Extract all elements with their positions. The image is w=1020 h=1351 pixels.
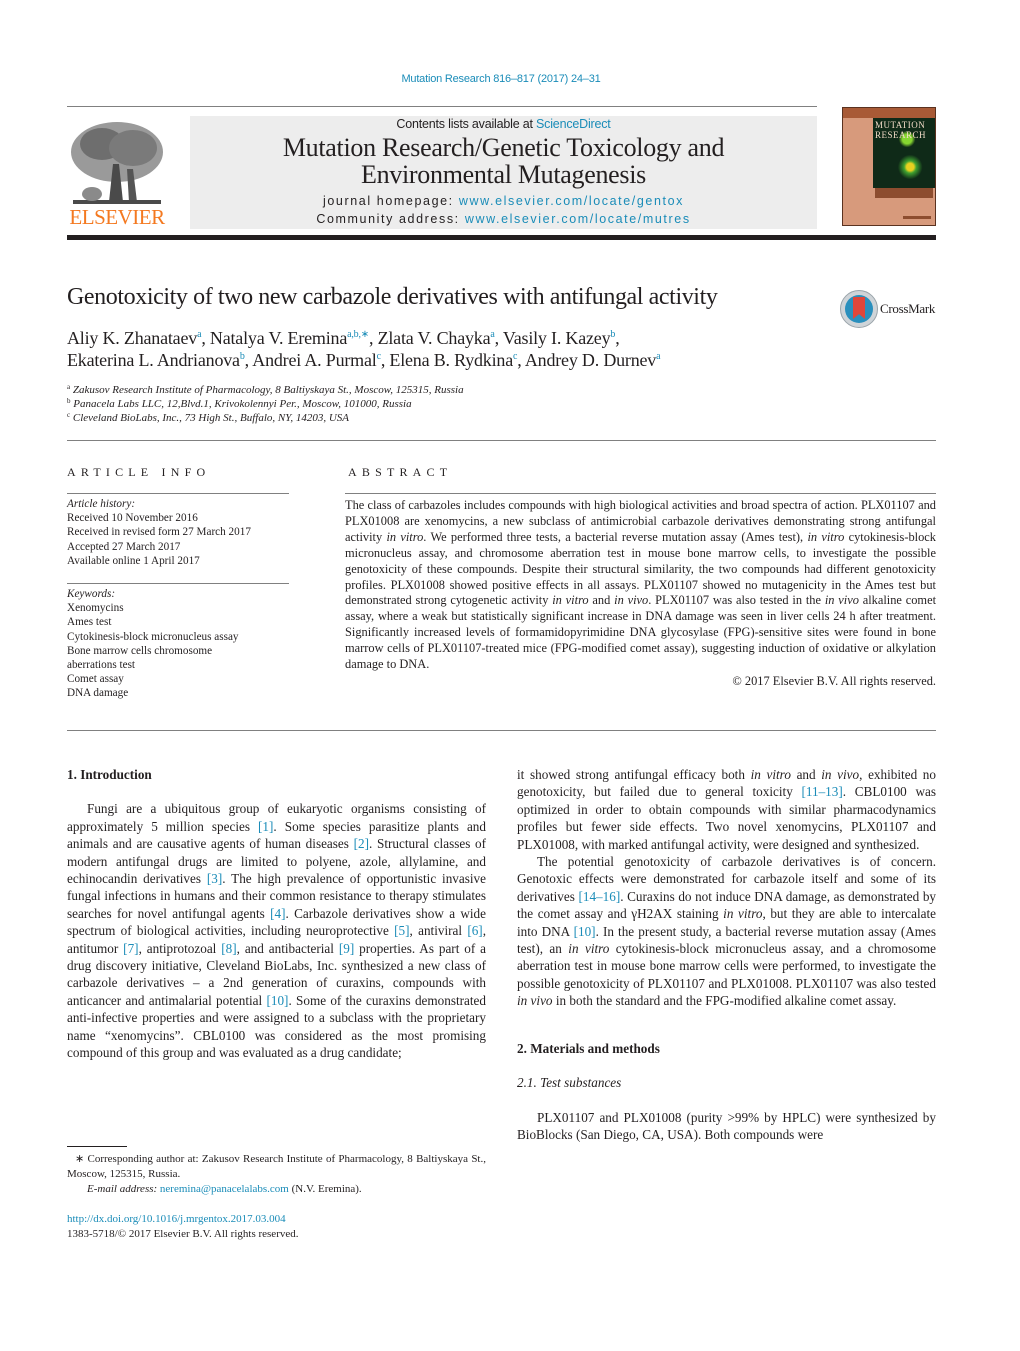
keyword: Bone marrow cells chromosome (67, 644, 213, 657)
corresponding-author-text: ∗ Corresponding author at: Zakusov Resea… (67, 1153, 486, 1180)
keyword: Cytokinesis-block micronucleus assay (67, 630, 239, 643)
journal-title-line2: Environmental Mutagenesis (361, 160, 646, 189)
author[interactable]: Elena B. Rydkinac (389, 350, 517, 370)
history-received: Received 10 November 2016 (67, 512, 198, 525)
keyword: Comet assay (67, 673, 124, 686)
email-line: E-mail address: neremina@panacelalabs.co… (87, 1183, 362, 1195)
cover-title-line1: MUTATION (875, 120, 926, 130)
citation-link[interactable]: [11–13] (802, 784, 843, 799)
author-list: Aliy K. Zhanataeva, Natalya V. Ereminaa,… (67, 328, 661, 370)
affiliations: a Zakusov Research Institute of Pharmaco… (67, 383, 464, 425)
abstract-copyright: © 2017 Elsevier B.V. All rights reserved… (732, 673, 936, 688)
left-column: 1. Introduction Fungi are a ubiquitous g… (67, 766, 486, 1062)
abstract-text: The class of carbazoles includes compoun… (345, 498, 937, 672)
abstract-heading: ABSTRACT (348, 465, 453, 479)
citation-link[interactable]: [1] (258, 819, 273, 834)
author[interactable]: Aliy K. Zhanataeva (67, 328, 202, 348)
doi-link[interactable]: http://dx.doi.org/10.1016/j.mrgentox.201… (67, 1213, 286, 1225)
abstract-body: The class of carbazoles includes compoun… (345, 498, 936, 690)
keyword: Ames test (67, 616, 112, 629)
keywords-label: Keywords: (67, 588, 116, 600)
citation-link[interactable]: [14–16] (578, 889, 620, 904)
article-history: Article history: Received 10 November 20… (67, 497, 289, 568)
cover-title-line2: RESEARCH (875, 130, 927, 140)
keyword: Xenomycins (67, 602, 124, 615)
keyword: aberrations test (67, 659, 136, 672)
section-heading-introduction: 1. Introduction (67, 767, 152, 782)
homepage-label: journal homepage: (323, 194, 459, 208)
affiliation-c: c Cleveland BioLabs, Inc., 73 High St., … (67, 411, 349, 425)
intro-paragraph-continued: it showed strong antifungal efficacy bot… (517, 767, 936, 852)
cover-top-band (843, 108, 935, 118)
keywords: Keywords: Xenomycins Ames test Cytokines… (67, 587, 289, 701)
divider (67, 583, 289, 584)
affiliation-a: a Zakusov Research Institute of Pharmaco… (67, 383, 464, 397)
author[interactable]: Andrei A. Purmalc (252, 350, 381, 370)
divider (345, 493, 936, 494)
right-column: it showed strong antifungal efficacy bot… (517, 766, 936, 1143)
intro-paragraph-2: The potential genotoxicity of carbazole … (517, 854, 937, 1009)
community-link[interactable]: www.elsevier.com/locate/mutres (465, 212, 691, 226)
crossmark-button[interactable]: CrossMark (840, 290, 936, 330)
journal-cover-image[interactable]: MUTATION RESEARCH (842, 107, 936, 226)
journal-banner: Contents lists available at ScienceDirec… (190, 116, 817, 229)
citation-link[interactable]: [4] (270, 906, 285, 921)
author[interactable]: Natalya V. Ereminaa,b,∗ (210, 328, 369, 348)
divider (67, 493, 289, 494)
article-title: Genotoxicity of two new carbazole deriva… (67, 284, 718, 310)
citation-link[interactable]: [7] (123, 941, 138, 956)
email-label: E-mail address: (87, 1183, 160, 1195)
header-thick-rule (67, 235, 936, 240)
cover-footer-band (903, 216, 931, 219)
crossmark-label: CrossMark (880, 301, 936, 316)
cover-subtitle-band (875, 188, 933, 198)
affiliation-b: b Panacela Labs LLC, 12,Blvd.1, Krivokol… (67, 397, 412, 411)
author[interactable]: Andrey D. Durneva (525, 350, 661, 370)
contents-prefix: Contents lists available at (396, 117, 537, 131)
subsection-heading-test-substances: 2.1. Test substances (517, 1075, 622, 1091)
intro-paragraph-1: Fungi are a ubiquitous group of eukaryot… (67, 801, 487, 1061)
keyword: DNA damage (67, 687, 129, 700)
methods-paragraph-1: PLX01107 and PLX01008 (purity >99% by HP… (517, 1109, 936, 1142)
citation-link[interactable]: [3] (207, 871, 222, 886)
citation-link[interactable]: [2] (354, 836, 369, 851)
article-info-heading: ARTICLE INFO (67, 465, 211, 479)
crossmark-icon (840, 290, 878, 328)
homepage-link[interactable]: www.elsevier.com/locate/gentox (459, 194, 684, 208)
footnote-rule (67, 1146, 127, 1147)
issn-copyright: 1383-5718/© 2017 Elsevier B.V. All right… (67, 1227, 299, 1240)
journal-reference[interactable]: Mutation Research 816–817 (2017) 24–31 (0, 73, 1002, 85)
author[interactable]: Zlata V. Chaykaa (378, 328, 495, 348)
header-top-rule (67, 106, 817, 107)
history-label: Article history: (67, 498, 136, 510)
author[interactable]: Ekaterina L. Andrianovab (67, 350, 245, 370)
author-affiliation-marker[interactable]: a,b,∗ (347, 329, 369, 340)
section-heading-methods: 2. Materials and methods (517, 1040, 660, 1056)
history-online: Available online 1 April 2017 (67, 554, 200, 567)
author[interactable]: Vasily I. Kazeyb (503, 328, 615, 348)
citation-link[interactable]: [10] (574, 924, 596, 939)
divider (67, 440, 936, 441)
homepage-line: journal homepage: www.elsevier.com/locat… (190, 192, 817, 210)
community-line: Community address: www.elsevier.com/loca… (190, 210, 817, 228)
citation-link[interactable]: [5] (394, 923, 409, 938)
history-revised: Received in revised form 27 March 2017 (67, 526, 251, 539)
history-accepted: Accepted 27 March 2017 (67, 540, 181, 553)
corresponding-author-footnote: ∗ Corresponding author at: Zakusov Resea… (67, 1152, 486, 1197)
citation-link[interactable]: [6] (467, 923, 482, 938)
journal-title-line1: Mutation Research/Genetic Toxicology and (282, 133, 725, 162)
sciencedirect-link[interactable]: ScienceDirect (536, 117, 611, 131)
divider (67, 730, 936, 731)
contents-line: Contents lists available at ScienceDirec… (190, 117, 817, 131)
author-affiliation-marker[interactable]: a (656, 351, 660, 362)
community-label: Community address: (316, 212, 465, 226)
doi-block: http://dx.doi.org/10.1016/j.mrgentox.201… (67, 1212, 299, 1241)
citation-link[interactable]: [9] (339, 941, 354, 956)
journal-title: Mutation Research/Genetic Toxicology and… (190, 134, 817, 188)
citation-link[interactable]: [8] (221, 941, 236, 956)
citation-link[interactable]: [10] (266, 993, 288, 1008)
email-link[interactable]: neremina@panacelalabs.com (160, 1183, 289, 1195)
elsevier-wordmark[interactable]: ELSEVIER (67, 205, 167, 230)
